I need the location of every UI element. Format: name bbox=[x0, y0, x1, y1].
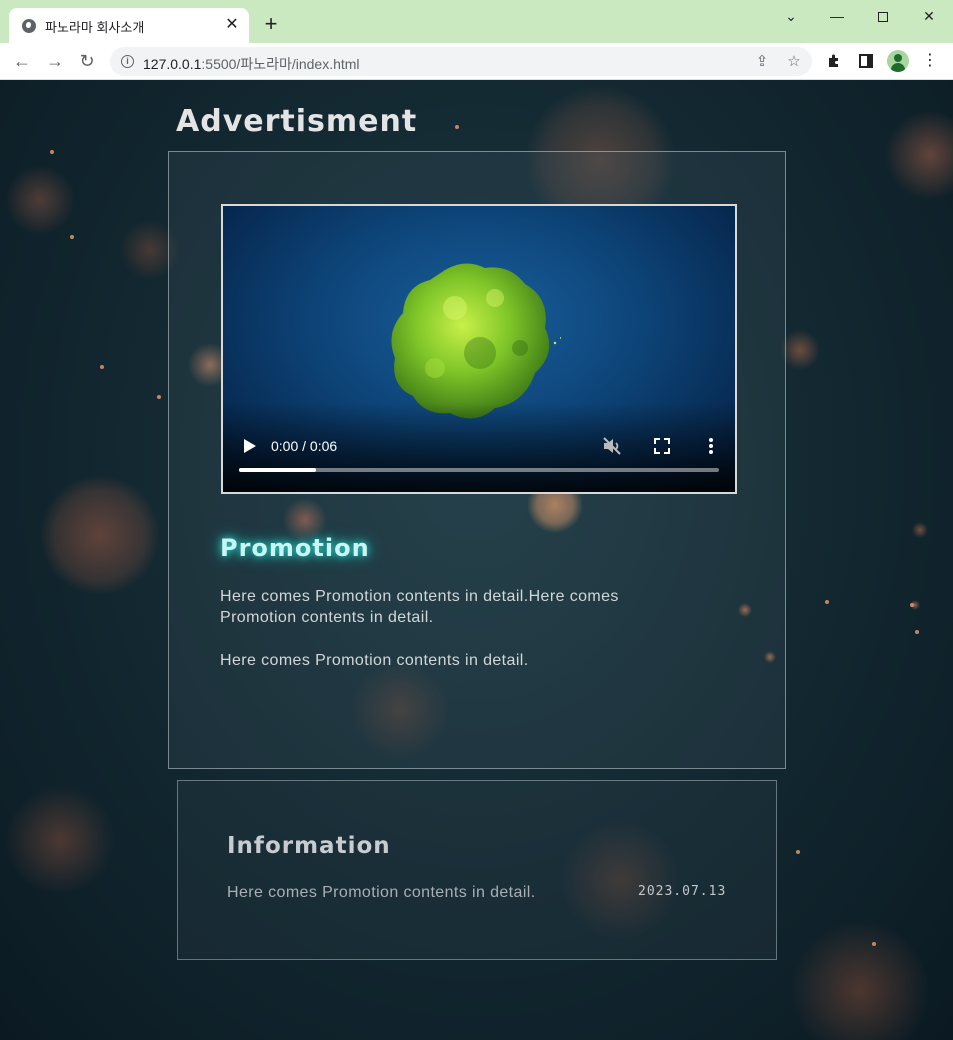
promotion-paragraph: Here comes Promotion contents in detail. bbox=[220, 652, 529, 669]
tab-search-dropdown-icon[interactable]: ⌄ bbox=[768, 4, 814, 28]
extensions-puzzle-icon[interactable] bbox=[822, 49, 846, 73]
video-frame-blob bbox=[391, 263, 561, 419]
close-window-button[interactable]: ✕ bbox=[906, 4, 952, 28]
address-bar[interactable]: i 127.0.0.1:5500/파노라마/index.html ⇪ ☆ bbox=[110, 47, 812, 76]
bokeh-dot bbox=[50, 150, 54, 154]
share-icon[interactable]: ⇪ bbox=[752, 52, 772, 72]
bokeh-dot bbox=[796, 850, 800, 854]
browser-tabbar: 파노라마 회사소개 ✕ + ⌄ — ✕ bbox=[0, 0, 953, 44]
bokeh-dot bbox=[872, 942, 876, 946]
bookmark-star-icon[interactable]: ☆ bbox=[784, 52, 804, 72]
video-options-icon[interactable] bbox=[701, 435, 721, 457]
video-progress-bar[interactable] bbox=[239, 468, 719, 472]
globe-icon bbox=[22, 19, 36, 33]
bokeh-dot bbox=[825, 600, 829, 604]
new-tab-button[interactable]: + bbox=[259, 12, 283, 36]
more-menu-icon[interactable]: ⋮ bbox=[918, 49, 942, 73]
profile-avatar[interactable] bbox=[887, 50, 909, 72]
tab-close-icon[interactable]: ✕ bbox=[223, 16, 241, 34]
video-time: 0:00 / 0:06 bbox=[271, 438, 338, 454]
page-viewport: Advertisment 0:00 / 0:06 Promotion Here … bbox=[0, 80, 953, 1040]
maximize-button[interactable] bbox=[860, 4, 906, 28]
information-title: Information bbox=[227, 833, 391, 859]
minimize-button[interactable]: — bbox=[814, 4, 860, 28]
fullscreen-icon[interactable] bbox=[651, 435, 673, 457]
side-panel-icon[interactable] bbox=[854, 49, 878, 73]
promo-video[interactable]: 0:00 / 0:06 bbox=[221, 204, 737, 494]
promotion-paragraph: Here comes Promotion contents in detail.… bbox=[220, 588, 619, 626]
page-heading: Advertisment bbox=[176, 104, 418, 139]
bokeh-dot bbox=[455, 125, 459, 129]
back-arrow-icon[interactable]: ← bbox=[9, 48, 35, 74]
bokeh-dot bbox=[157, 395, 161, 399]
information-text: Here comes Promotion contents in detail. bbox=[227, 884, 536, 901]
browser-toolbar: ← → ↻ i 127.0.0.1:5500/파노라마/index.html ⇪… bbox=[0, 43, 953, 80]
promotion-title: Promotion bbox=[220, 534, 370, 562]
tab-title: 파노라마 회사소개 bbox=[45, 20, 145, 35]
bokeh-dot bbox=[910, 603, 914, 607]
advertisement-panel: 0:00 / 0:06 Promotion Here comes Promoti… bbox=[168, 151, 786, 769]
bokeh-dot bbox=[70, 235, 74, 239]
play-icon[interactable] bbox=[239, 436, 259, 456]
reload-icon[interactable]: ↻ bbox=[74, 48, 100, 74]
site-info-icon[interactable]: i bbox=[121, 55, 134, 68]
bokeh-dot bbox=[100, 365, 104, 369]
information-panel: Information Here comes Promotion content… bbox=[177, 780, 777, 960]
muted-speaker-icon[interactable] bbox=[601, 435, 623, 457]
url-text[interactable]: 127.0.0.1:5500/파노라마/index.html bbox=[143, 54, 360, 74]
forward-arrow-icon[interactable]: → bbox=[42, 48, 68, 74]
bokeh-dot bbox=[915, 630, 919, 634]
video-progress-fill bbox=[239, 468, 316, 472]
information-date: 2023.07.13 bbox=[638, 884, 727, 899]
browser-tab[interactable]: 파노라마 회사소개 ✕ bbox=[9, 8, 249, 44]
